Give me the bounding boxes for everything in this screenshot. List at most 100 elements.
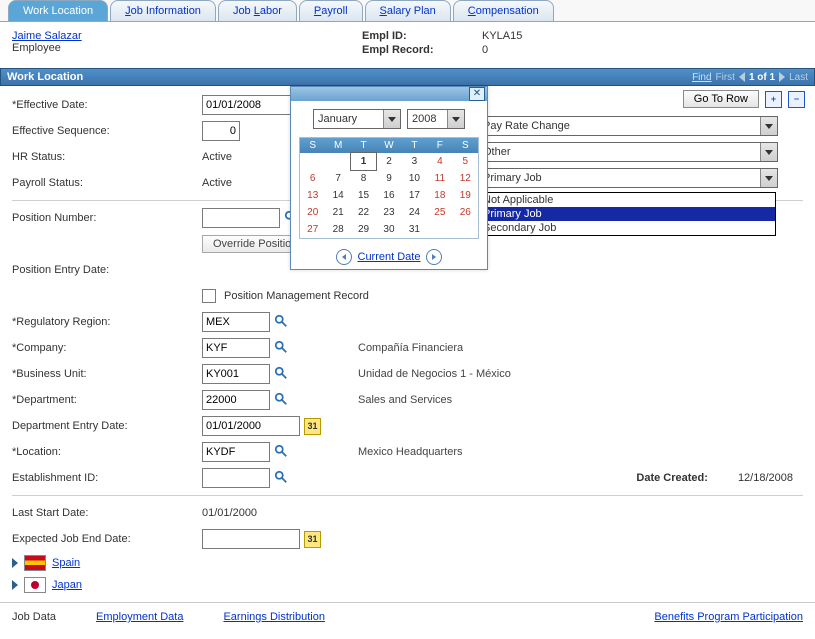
tab-compensation[interactable]: CCompensationompensation xyxy=(453,0,554,21)
calendar-day[interactable]: 4 xyxy=(427,153,452,170)
footer-employment-data-link[interactable]: Employment Data xyxy=(96,611,183,623)
current-date-link[interactable]: Current Date xyxy=(358,251,421,263)
position-mgmt-checkbox[interactable] xyxy=(202,289,216,303)
effective-sequence-input[interactable] xyxy=(202,121,240,141)
business-unit-label: *Business Unit: xyxy=(12,368,202,380)
person-name-link[interactable]: Jaime Salazar xyxy=(12,30,82,42)
lookup-icon[interactable] xyxy=(274,444,288,461)
calendar-day[interactable]: 5 xyxy=(453,153,478,170)
calendar-day[interactable]: 10 xyxy=(402,170,427,187)
action-select[interactable]: Pay Rate Change xyxy=(478,116,778,136)
location-desc: Mexico Headquarters xyxy=(358,446,463,458)
position-number-input[interactable] xyxy=(202,208,280,228)
calendar-day[interactable]: 15 xyxy=(351,187,376,204)
calendar-icon[interactable]: 31 xyxy=(304,418,321,435)
footer-benefits-link[interactable]: Benefits Program Participation xyxy=(654,611,803,623)
calendar-day[interactable]: 30 xyxy=(376,221,401,238)
lookup-icon[interactable] xyxy=(274,470,288,487)
calendar-day[interactable]: 29 xyxy=(351,221,376,238)
option-secondary-job[interactable]: Secondary Job xyxy=(479,221,775,235)
lookup-icon[interactable] xyxy=(274,314,288,331)
calendar-day[interactable]: 22 xyxy=(351,204,376,221)
close-icon[interactable]: ✕ xyxy=(469,87,485,101)
nav-prev-icon[interactable] xyxy=(739,72,745,82)
tab-strip: Work Location JJob Informationob Informa… xyxy=(0,0,815,22)
employee-header: Jaime Salazar Employee Empl ID: KYLA15 E… xyxy=(0,22,815,68)
calendar-day[interactable]: 17 xyxy=(402,187,427,204)
nav-last[interactable]: Last xyxy=(789,72,808,83)
location-label: *Location: xyxy=(12,446,202,458)
nav-first[interactable]: First xyxy=(716,72,735,83)
option-primary-job[interactable]: Primary Job xyxy=(479,207,775,221)
job-indicator-select[interactable]: Primary Job xyxy=(478,168,778,188)
calendar-day[interactable]: 19 xyxy=(453,187,478,204)
calendar-day[interactable]: 8 xyxy=(351,170,376,187)
calendar-day[interactable]: 20 xyxy=(300,204,325,221)
calendar-day[interactable] xyxy=(453,221,478,238)
calendar-icon[interactable]: 31 xyxy=(304,531,321,548)
calendar-day[interactable]: 9 xyxy=(376,170,401,187)
calendar-day[interactable]: 31 xyxy=(402,221,427,238)
calendar-day[interactable]: 25 xyxy=(427,204,452,221)
tab-payroll[interactable]: PPayrollayroll xyxy=(299,0,363,21)
tab-job-labor[interactable]: Job LaborJob Labor xyxy=(218,0,297,21)
calendar-day[interactable]: 7 xyxy=(325,170,350,187)
business-unit-input[interactable] xyxy=(202,364,270,384)
department-label: *Department: xyxy=(12,394,202,406)
tab-work-location[interactable]: Work Location xyxy=(8,0,108,21)
calendar-day[interactable]: 16 xyxy=(376,187,401,204)
calendar-day[interactable] xyxy=(300,153,325,170)
calendar-day[interactable]: 21 xyxy=(325,204,350,221)
calendar-prev-icon[interactable] xyxy=(336,249,352,265)
add-row-icon[interactable]: + xyxy=(765,91,782,108)
footer-earnings-distribution-link[interactable]: Earnings Distribution xyxy=(223,611,325,623)
establishment-input[interactable] xyxy=(202,468,270,488)
country-link-spain[interactable]: Spain xyxy=(52,557,80,569)
calendar-day[interactable] xyxy=(427,221,452,238)
country-row-japan[interactable]: Japan xyxy=(0,574,815,596)
hr-status-value: Active xyxy=(202,151,232,163)
country-link-japan[interactable]: Japan xyxy=(52,579,82,591)
calendar-day[interactable]: 14 xyxy=(325,187,350,204)
company-input[interactable] xyxy=(202,338,270,358)
tab-job-information[interactable]: JJob Informationob Information xyxy=(110,0,216,21)
calendar-day-selected[interactable]: 1 xyxy=(350,152,377,171)
calendar-day[interactable]: 13 xyxy=(300,187,325,204)
calendar-day[interactable]: 26 xyxy=(453,204,478,221)
go-to-row-button[interactable]: Go To Row xyxy=(683,90,759,108)
calendar-day[interactable]: 12 xyxy=(453,170,478,187)
dropdown-column: Pay Rate Change Other Primary Job Not Ap… xyxy=(478,116,778,188)
tab-salary-plan[interactable]: SSalary Planalary Plan xyxy=(365,0,451,21)
empl-id-value: KYLA15 xyxy=(482,30,522,42)
delete-row-icon[interactable]: − xyxy=(788,91,805,108)
effective-date-input[interactable] xyxy=(202,95,300,115)
calendar-day[interactable]: 2 xyxy=(376,153,401,170)
option-not-applicable[interactable]: Not Applicable xyxy=(479,193,775,207)
expected-end-input[interactable] xyxy=(202,529,300,549)
location-input[interactable] xyxy=(202,442,270,462)
calendar-day[interactable]: 18 xyxy=(427,187,452,204)
calendar-year-select[interactable]: 2008 xyxy=(407,109,465,129)
country-row-spain[interactable]: Spain xyxy=(0,552,815,574)
lookup-icon[interactable] xyxy=(274,392,288,409)
calendar-next-icon[interactable] xyxy=(426,249,442,265)
calendar-day[interactable] xyxy=(325,153,350,170)
calendar-day[interactable]: 27 xyxy=(300,221,325,238)
calendar-month-select[interactable]: January xyxy=(313,109,401,129)
position-mgmt-label: Position Management Record xyxy=(224,290,369,302)
department-entry-date-input[interactable] xyxy=(202,416,300,436)
calendar-day[interactable]: 6 xyxy=(300,170,325,187)
calendar-day[interactable]: 28 xyxy=(325,221,350,238)
reason-select[interactable]: Other xyxy=(478,142,778,162)
calendar-day-headers: SMT WTF S xyxy=(300,138,478,153)
find-link[interactable]: Find xyxy=(692,72,711,83)
department-input[interactable] xyxy=(202,390,270,410)
calendar-day[interactable]: 3 xyxy=(402,153,427,170)
calendar-day[interactable]: 24 xyxy=(402,204,427,221)
lookup-icon[interactable] xyxy=(274,340,288,357)
regulatory-region-input[interactable] xyxy=(202,312,270,332)
calendar-day[interactable]: 11 xyxy=(427,170,452,187)
calendar-day[interactable]: 23 xyxy=(376,204,401,221)
lookup-icon[interactable] xyxy=(274,366,288,383)
nav-next-icon[interactable] xyxy=(779,72,785,82)
